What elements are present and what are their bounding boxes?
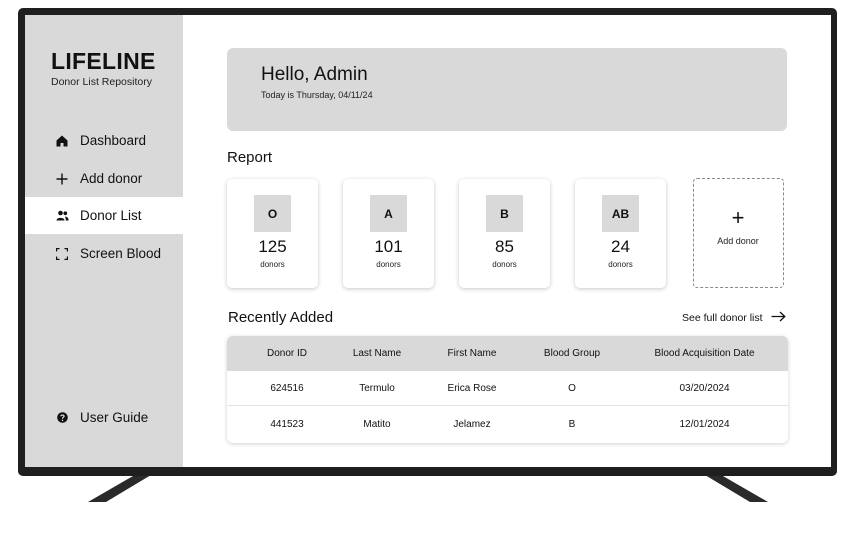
table-cell: Jelamez [453, 419, 491, 430]
table-row[interactable]: 441523 Matito Jelamez B 12/01/2024 [227, 407, 788, 442]
column-header: Donor ID [266, 348, 307, 359]
table-header: Donor ID Last Name First Name Blood Grou… [227, 336, 788, 371]
arrow-right-icon [771, 309, 786, 327]
see-full-donor-list-link[interactable]: See full donor list [682, 309, 786, 327]
donor-count: 125 [258, 237, 287, 256]
sidebar: LIFELINE Donor List Repository Dashboard… [25, 15, 183, 467]
sidebar-item-donor-list[interactable]: Donor List [25, 197, 183, 234]
sidebar-item-label: Dashboard [80, 133, 147, 148]
greeting-banner: Hello, Admin Today is Thursday, 04/11/24 [227, 48, 787, 131]
see-full-donor-list-label: See full donor list [682, 312, 763, 324]
table-cell: Erica Rose [447, 383, 497, 394]
tv-stand-left-leg [88, 472, 156, 502]
table-cell: 12/01/2024 [679, 419, 730, 430]
blood-group-badge: B [486, 195, 523, 232]
app-logo-title: LIFELINE [51, 48, 156, 74]
sidebar-item-label: Add donor [80, 171, 143, 186]
donor-count: 101 [374, 237, 403, 256]
donor-count: 85 [495, 237, 514, 256]
donor-count-unit: donors [492, 260, 517, 269]
table-cell: O [568, 383, 576, 394]
app-subtitle: Donor List Repository [51, 76, 152, 88]
sidebar-item-label: Screen Blood [80, 246, 162, 261]
tv-stand-right-leg [700, 472, 768, 502]
column-header: Blood Group [543, 348, 601, 359]
donor-count: 24 [611, 237, 630, 256]
users-icon [55, 209, 69, 223]
blood-group-badge: AB [602, 195, 639, 232]
blood-group-card-b[interactable]: B 85 donors [459, 179, 550, 288]
greeting-title: Hello, Admin [261, 64, 368, 85]
recently-added-title: Recently Added [228, 309, 334, 326]
scan-icon [55, 247, 69, 261]
sidebar-item-dashboard[interactable]: Dashboard [25, 122, 183, 159]
table-cell: 03/20/2024 [679, 383, 730, 394]
sidebar-item-user-guide[interactable]: User Guide [25, 399, 183, 436]
recent-donors-table: Donor ID Last Name First Name Blood Grou… [227, 336, 788, 443]
current-date: Today is Thursday, 04/11/24 [261, 90, 373, 100]
add-donor-card-label: Add donor [717, 236, 759, 246]
sidebar-item-label: User Guide [80, 410, 149, 425]
home-icon [55, 134, 69, 148]
column-header: First Name [447, 348, 497, 359]
blood-group-card-o[interactable]: O 125 donors [227, 179, 318, 288]
plus-icon [55, 172, 69, 186]
column-header: Last Name [352, 348, 402, 359]
sidebar-item-add-donor[interactable]: Add donor [25, 160, 183, 197]
table-row[interactable]: 624516 Termulo Erica Rose O 03/20/2024 [227, 371, 788, 406]
donor-count-unit: donors [376, 260, 401, 269]
blood-group-card-a[interactable]: A 101 donors [343, 179, 434, 288]
add-donor-card-button[interactable]: + Add donor [693, 178, 784, 288]
blood-group-badge: O [254, 195, 291, 232]
table-cell: Matito [363, 419, 391, 430]
blood-group-badge: A [370, 195, 407, 232]
table-cell: B [568, 419, 576, 430]
sidebar-item-screen-blood[interactable]: Screen Blood [25, 235, 183, 272]
plus-icon: + [731, 205, 745, 230]
report-section-title: Report [227, 149, 273, 166]
donor-count-unit: donors [260, 260, 285, 269]
table-cell: 624516 [270, 383, 304, 394]
table-cell: 441523 [270, 419, 304, 430]
sidebar-item-label: Donor List [80, 208, 142, 223]
column-header: Blood Acquisition Date [654, 348, 755, 359]
blood-group-card-ab[interactable]: AB 24 donors [575, 179, 666, 288]
donor-count-unit: donors [608, 260, 633, 269]
help-icon [55, 411, 69, 425]
app-screen: LIFELINE Donor List Repository Dashboard… [25, 15, 831, 467]
table-cell: Termulo [359, 383, 395, 394]
